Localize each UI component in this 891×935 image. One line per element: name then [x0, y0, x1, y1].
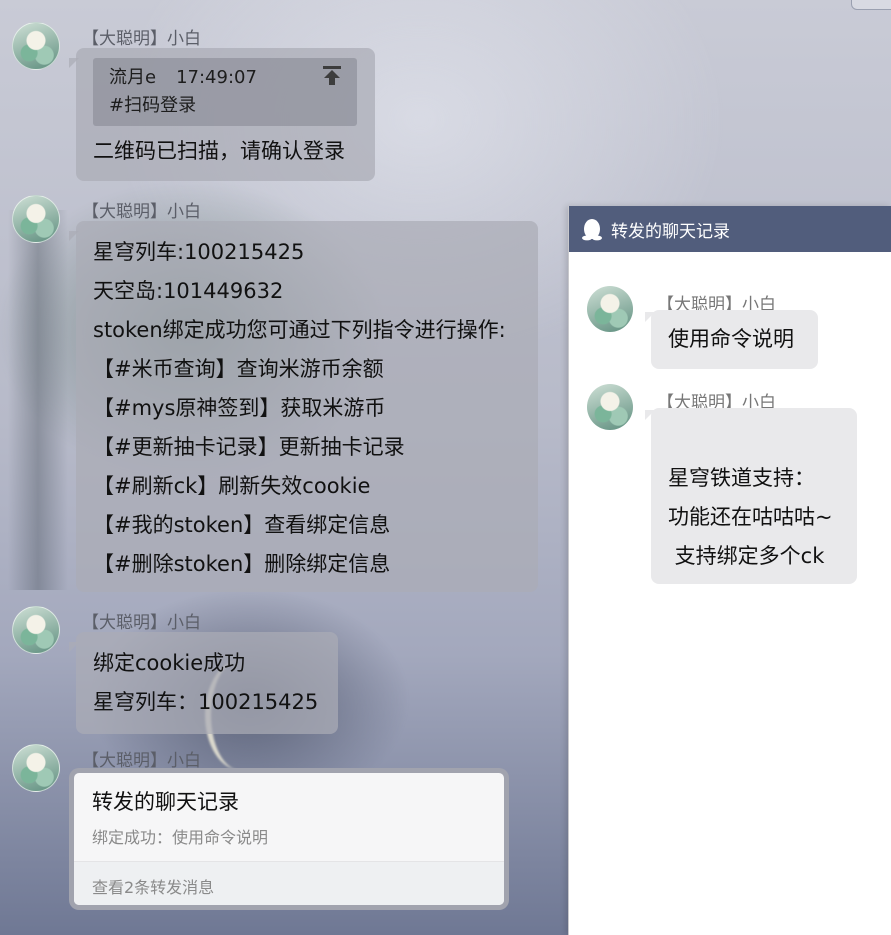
- message-line: 【#mys原神签到】获取米游币: [93, 396, 386, 420]
- avatar[interactable]: [12, 744, 60, 792]
- avatar[interactable]: [12, 195, 60, 243]
- message-text: 二维码已扫描，请确认登录: [93, 139, 345, 163]
- sender-name: 【大聪明】小白: [82, 29, 201, 49]
- message-line: 【#更新抽卡记录】更新抽卡记录: [93, 435, 405, 459]
- message-line: 【#米币查询】查询米游币余额: [93, 357, 384, 381]
- avatar[interactable]: [587, 384, 633, 430]
- panel-title: 转发的聊天记录: [611, 221, 730, 242]
- forwarded-chat-card[interactable]: 转发的聊天记录 绑定成功：使用命令说明 查看2条转发消息: [69, 768, 509, 910]
- message-line: 星穹列车：100215425: [93, 690, 319, 714]
- message-line: 【#我的stoken】查看绑定信息: [93, 513, 391, 537]
- message-bubble[interactable]: 星穹列车:100215425 天空岛:101449632 stoken绑定成功您…: [76, 221, 538, 592]
- message-bubble[interactable]: 流月e 17:49:07 #扫码登录 二维码已扫描，请确认登录: [76, 48, 375, 181]
- quoted-message[interactable]: 流月e 17:49:07 #扫码登录: [93, 58, 357, 126]
- message-bubble[interactable]: 使用命令说明: [651, 310, 818, 369]
- message-line: 支持绑定多个ck: [668, 544, 825, 568]
- message-line: 【#删除stoken】删除绑定信息: [93, 552, 391, 576]
- message-line: [668, 420, 840, 459]
- panel-header: 转发的聊天记录: [569, 206, 891, 252]
- message-text: 使用命令说明: [668, 327, 794, 351]
- message-line: stoken绑定成功您可通过下列指令进行操作:: [93, 318, 506, 342]
- avatar[interactable]: [12, 22, 60, 70]
- forward-card-preview: 绑定成功：使用命令说明: [92, 828, 269, 847]
- message-line: 功能还在咕咕咕~: [668, 505, 833, 529]
- avatar[interactable]: [12, 606, 60, 654]
- corner-tag: [851, 0, 891, 10]
- quote-time: 17:49:07: [176, 67, 257, 88]
- message-line: 天空岛:101449632: [93, 279, 284, 303]
- message-line: 星穹铁道支持：: [668, 466, 815, 490]
- message-bubble[interactable]: 绑定cookie成功 星穹列车：100215425: [76, 632, 338, 734]
- message-line: 【#刷新ck】刷新失效cookie: [93, 474, 371, 498]
- forward-card-title: 转发的聊天记录: [92, 790, 239, 814]
- avatar[interactable]: [587, 286, 633, 332]
- message-bubble[interactable]: 星穹铁道支持： 功能还在咕咕咕~ 支持绑定多个ck: [651, 408, 857, 584]
- penguin-icon: [582, 219, 602, 241]
- arrow-up-to-line-icon[interactable]: [321, 64, 343, 86]
- sender-name: 【大聪明】小白: [82, 202, 201, 222]
- message-line: 星穹列车:100215425: [93, 240, 305, 264]
- forward-card-footer[interactable]: 查看2条转发消息: [74, 861, 504, 905]
- sender-name: 【大聪明】小白: [82, 613, 201, 633]
- background-lamp-silhouette: [8, 210, 68, 590]
- forwarded-chat-panel: 转发的聊天记录 【大聪明】小白 使用命令说明 【大聪明】小白 星穹铁道支持： 功…: [568, 206, 891, 935]
- message-line: 绑定cookie成功: [93, 651, 246, 675]
- quote-author: 流月e: [109, 67, 157, 88]
- quote-text: #扫码登录: [109, 95, 197, 116]
